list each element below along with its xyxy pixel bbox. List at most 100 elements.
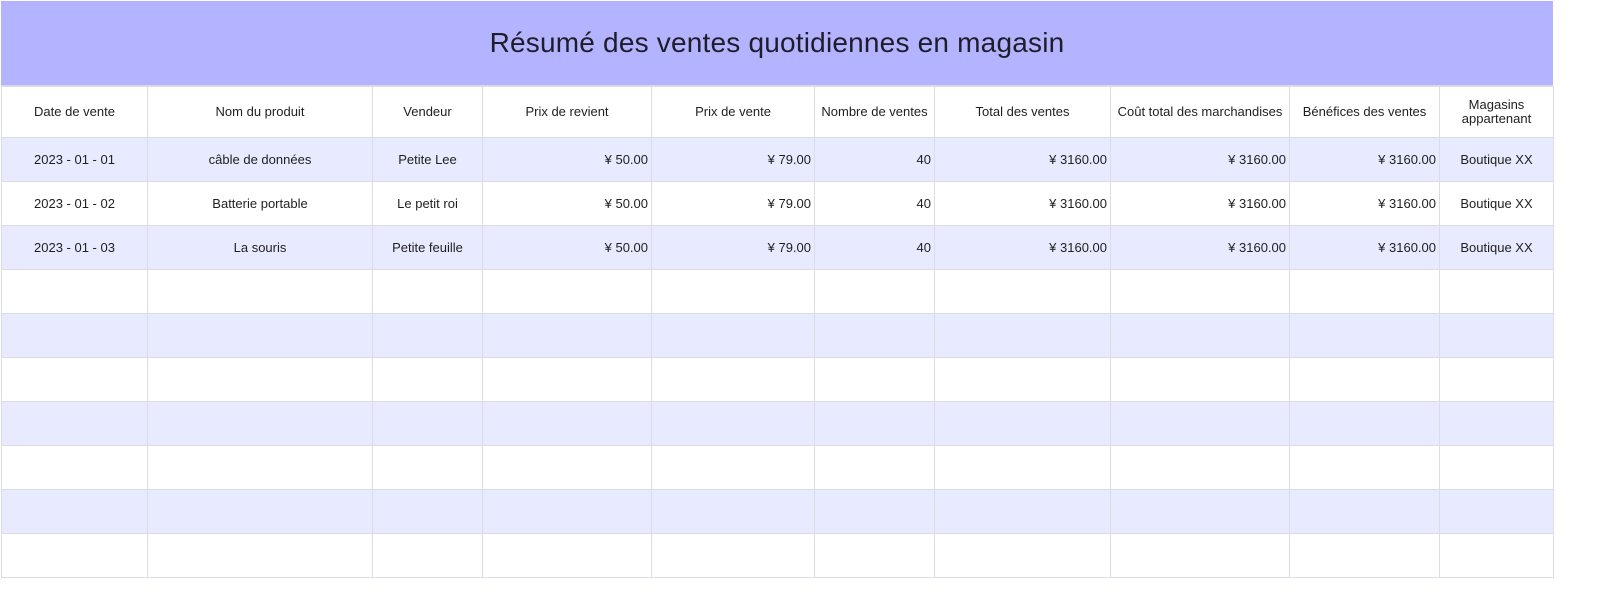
cell-product-name[interactable] [147, 313, 373, 358]
cell-store[interactable] [1439, 445, 1554, 490]
cell-sale-price[interactable] [651, 269, 815, 314]
cell-sale-date[interactable]: 2023 - 01 - 03 [1, 225, 148, 270]
cell-product-name[interactable] [147, 445, 373, 490]
cell-sales-count[interactable] [814, 313, 935, 358]
cell-total-sales[interactable] [934, 401, 1111, 446]
cell-sale-price[interactable] [651, 401, 815, 446]
cell-sales-profit[interactable] [1289, 313, 1440, 358]
cell-product-name[interactable] [147, 269, 373, 314]
cell-sale-price[interactable]: ¥ 79.00 [651, 181, 815, 226]
cell-store[interactable] [1439, 313, 1554, 358]
cell-total-sales[interactable] [934, 269, 1111, 314]
cell-total-cost[interactable] [1110, 401, 1290, 446]
cell-total-cost[interactable] [1110, 445, 1290, 490]
cell-sales-count[interactable]: 40 [814, 181, 935, 226]
cell-total-sales[interactable]: ¥ 3160.00 [934, 181, 1111, 226]
cell-sales-profit[interactable] [1289, 269, 1440, 314]
cell-product-name[interactable] [147, 357, 373, 402]
cell-sale-date[interactable] [1, 269, 148, 314]
header-cell[interactable]: Coût total des marchandises [1110, 86, 1290, 138]
cell-seller[interactable] [372, 533, 483, 578]
header-cell[interactable]: Date de vente [1, 86, 148, 138]
cell-sales-profit[interactable] [1289, 489, 1440, 534]
cell-sale-price[interactable] [651, 357, 815, 402]
cell-total-sales[interactable] [934, 489, 1111, 534]
cell-sale-date[interactable] [1, 401, 148, 446]
header-cell[interactable]: Prix de revient [482, 86, 652, 138]
cell-sales-count[interactable] [814, 269, 935, 314]
cell-product-name[interactable] [147, 533, 373, 578]
header-cell[interactable]: Total des ventes [934, 86, 1111, 138]
cell-sale-price[interactable] [651, 313, 815, 358]
cell-store[interactable]: Boutique XX [1439, 137, 1554, 182]
cell-total-cost[interactable] [1110, 313, 1290, 358]
cell-sale-price[interactable] [651, 533, 815, 578]
header-cell[interactable]: Prix de vente [651, 86, 815, 138]
cell-total-cost[interactable] [1110, 357, 1290, 402]
cell-sale-date[interactable]: 2023 - 01 - 02 [1, 181, 148, 226]
cell-sales-profit[interactable] [1289, 533, 1440, 578]
cell-cost-price[interactable] [482, 313, 652, 358]
cell-total-sales[interactable] [934, 357, 1111, 402]
cell-seller[interactable] [372, 313, 483, 358]
cell-cost-price[interactable] [482, 445, 652, 490]
cell-seller[interactable] [372, 357, 483, 402]
cell-store[interactable]: Boutique XX [1439, 181, 1554, 226]
cell-sale-date[interactable] [1, 445, 148, 490]
cell-cost-price[interactable] [482, 401, 652, 446]
header-cell[interactable]: Vendeur [372, 86, 483, 138]
cell-cost-price[interactable]: ¥ 50.00 [482, 137, 652, 182]
cell-total-sales[interactable] [934, 445, 1111, 490]
header-cell[interactable]: Magasins appartenant [1439, 86, 1554, 138]
cell-sale-date[interactable] [1, 313, 148, 358]
cell-sales-count[interactable] [814, 357, 935, 402]
cell-total-sales[interactable]: ¥ 3160.00 [934, 137, 1111, 182]
cell-store[interactable] [1439, 357, 1554, 402]
cell-store[interactable]: Boutique XX [1439, 225, 1554, 270]
cell-sale-date[interactable] [1, 489, 148, 534]
header-cell[interactable]: Nom du produit [147, 86, 373, 138]
cell-store[interactable] [1439, 269, 1554, 314]
cell-cost-price[interactable]: ¥ 50.00 [482, 181, 652, 226]
cell-cost-price[interactable]: ¥ 50.00 [482, 225, 652, 270]
cell-total-sales[interactable] [934, 313, 1111, 358]
cell-seller[interactable] [372, 401, 483, 446]
cell-sales-count[interactable] [814, 489, 935, 534]
cell-total-cost[interactable] [1110, 533, 1290, 578]
cell-sale-price[interactable]: ¥ 79.00 [651, 137, 815, 182]
cell-sale-date[interactable]: 2023 - 01 - 01 [1, 137, 148, 182]
cell-sales-count[interactable] [814, 533, 935, 578]
cell-product-name[interactable]: La souris [147, 225, 373, 270]
cell-sale-price[interactable] [651, 445, 815, 490]
cell-sales-profit[interactable]: ¥ 3160.00 [1289, 137, 1440, 182]
cell-product-name[interactable]: Batterie portable [147, 181, 373, 226]
header-cell[interactable]: Nombre de ventes [814, 86, 935, 138]
cell-product-name[interactable] [147, 401, 373, 446]
cell-total-cost[interactable]: ¥ 3160.00 [1110, 137, 1290, 182]
cell-sales-count[interactable] [814, 401, 935, 446]
cell-sales-profit[interactable] [1289, 357, 1440, 402]
cell-sale-price[interactable] [651, 489, 815, 534]
cell-total-cost[interactable] [1110, 269, 1290, 314]
cell-seller[interactable] [372, 269, 483, 314]
cell-cost-price[interactable] [482, 533, 652, 578]
cell-sale-date[interactable] [1, 357, 148, 402]
cell-sales-profit[interactable] [1289, 401, 1440, 446]
cell-total-cost[interactable]: ¥ 3160.00 [1110, 225, 1290, 270]
cell-sales-count[interactable]: 40 [814, 137, 935, 182]
cell-seller[interactable]: Le petit roi [372, 181, 483, 226]
cell-seller[interactable] [372, 489, 483, 534]
cell-sale-price[interactable]: ¥ 79.00 [651, 225, 815, 270]
cell-seller[interactable] [372, 445, 483, 490]
cell-product-name[interactable]: câble de données [147, 137, 373, 182]
cell-sales-count[interactable]: 40 [814, 225, 935, 270]
cell-seller[interactable]: Petite feuille [372, 225, 483, 270]
cell-cost-price[interactable] [482, 269, 652, 314]
cell-sales-profit[interactable] [1289, 445, 1440, 490]
cell-total-sales[interactable] [934, 533, 1111, 578]
cell-total-sales[interactable]: ¥ 3160.00 [934, 225, 1111, 270]
cell-store[interactable] [1439, 533, 1554, 578]
cell-sales-profit[interactable]: ¥ 3160.00 [1289, 225, 1440, 270]
cell-total-cost[interactable]: ¥ 3160.00 [1110, 181, 1290, 226]
cell-store[interactable] [1439, 401, 1554, 446]
